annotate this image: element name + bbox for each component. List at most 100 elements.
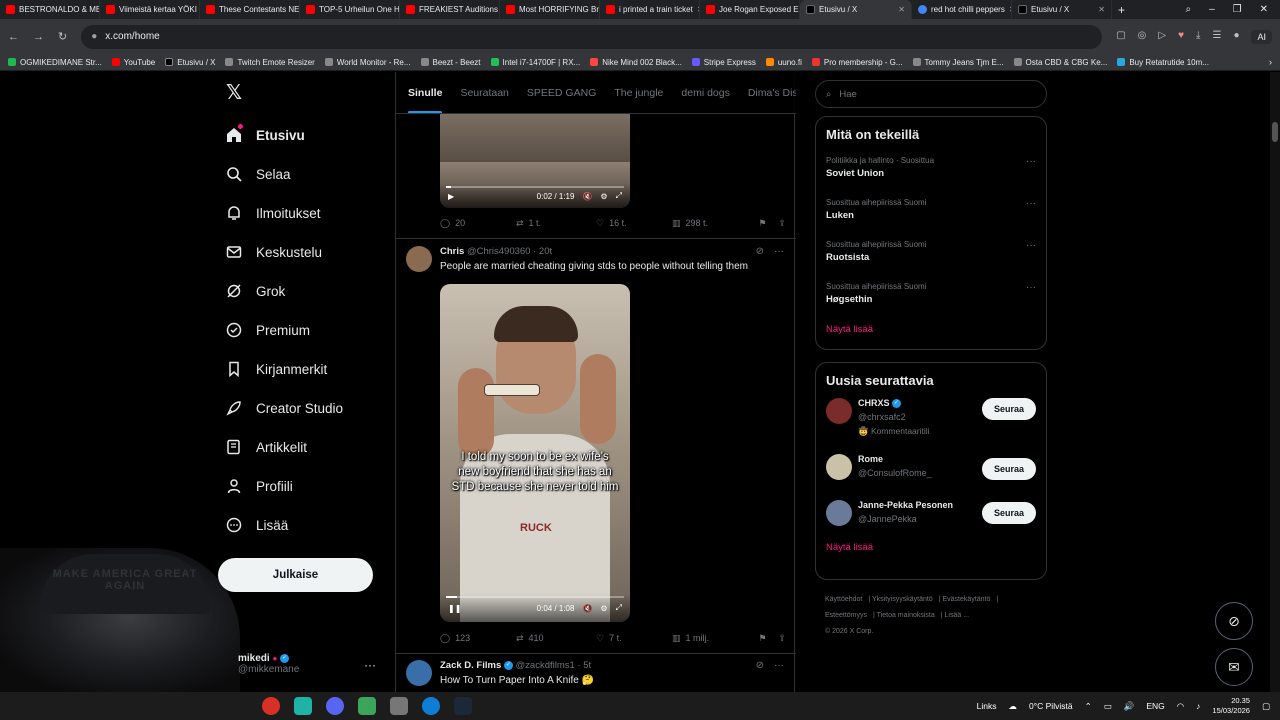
nav-item-messages[interactable]: Keskustelu [226, 241, 322, 263]
fullscreen-icon[interactable]: ⤢ [616, 603, 622, 613]
follow-suggestion[interactable]: CHRXS ✓ @chrxsafc2 🤠 Kommentaaritili Seu… [816, 396, 1046, 452]
notifications-icon[interactable]: ▢ [1262, 701, 1270, 712]
bookmark-item[interactable]: Nike Mind 002 Black... [590, 58, 682, 67]
nav-item-grok[interactable]: Grok [226, 280, 285, 302]
more-icon[interactable]: ··· [774, 660, 784, 671]
browser-tab-active[interactable]: Etusivu / X ✕ [800, 0, 912, 19]
menu-icon[interactable]: ☰ [1212, 30, 1221, 44]
reply-button[interactable]: ◯ 20 [440, 218, 516, 229]
like-button[interactable]: ♡ 7 t. [596, 633, 672, 644]
search-input[interactable]: ⌕ Hae [815, 80, 1047, 108]
trend-item[interactable]: Politiikka ja hallinto · Suosittua Sovie… [816, 148, 1046, 190]
fullscreen-icon[interactable]: ⤢ [616, 191, 622, 201]
browser-tab[interactable]: Viimeistä kertaa YÖKI✕ [100, 0, 200, 19]
grok-fab[interactable]: ⊘ [1215, 602, 1253, 640]
weather-text[interactable]: 0°C Pilvistä [1029, 701, 1073, 711]
post-button[interactable]: Julkaise [218, 558, 373, 592]
tweet-author[interactable]: Zack D. Films [440, 660, 501, 671]
footer-link[interactable]: Esteettömyys [825, 612, 867, 619]
avatar[interactable] [406, 660, 432, 686]
nav-item-explore[interactable]: Selaa [226, 163, 291, 185]
grok-icon[interactable]: ⊘ [756, 660, 764, 671]
views-button[interactable]: ▥ 1 milj. [672, 633, 754, 644]
speaker-icon[interactable]: ♪ [1196, 701, 1200, 711]
browser-tab[interactable]: BESTRONALDO & ME✕ [0, 0, 100, 19]
browser-tab[interactable]: TOP-5 Urheilun One H✕ [300, 0, 400, 19]
app-icon[interactable] [294, 697, 312, 715]
nav-item-creator-studio[interactable]: Creator Studio [226, 397, 343, 419]
extension-icon[interactable]: ▷ [1158, 30, 1166, 44]
more-icon[interactable]: ··· [774, 246, 784, 257]
tweet-age[interactable]: 5t [583, 660, 591, 671]
download-icon[interactable]: ⤓ [1196, 30, 1200, 44]
bookmark-item[interactable]: Etusivu / X [165, 58, 215, 67]
tab-list[interactable]: demi dogs [681, 87, 729, 99]
like-button[interactable]: ♡ 16 t. [596, 218, 672, 229]
language-indicator[interactable]: ENG [1146, 701, 1164, 711]
browser-tab[interactable]: Etusivu / X ✕ [1012, 0, 1112, 19]
avatar[interactable] [826, 398, 852, 424]
bookmark-item[interactable]: Tommy Jeans Tjm E... [912, 58, 1004, 67]
network-icon[interactable]: ▭ [1104, 701, 1112, 712]
share-icon[interactable]: ⇪ [778, 633, 786, 644]
trend-item[interactable]: Suosittua aihepiirissä Suomi Luken ··· [816, 190, 1046, 232]
bookmark-icon[interactable]: ⚑ [758, 633, 766, 644]
ai-button[interactable]: AI [1251, 29, 1272, 44]
tweet[interactable]: Zack D. Films ✓ @zackdfilms1 · 5t How To… [406, 660, 786, 686]
video-player[interactable]: RUCK I told my soon to be ex wife's new … [440, 284, 630, 622]
more-icon[interactable]: ··· [1026, 282, 1036, 293]
tweet[interactable]: Chris @Chris490360 · 20t People are marr… [406, 246, 786, 272]
footer-link[interactable]: Käyttöehdot [825, 596, 862, 603]
follow-button[interactable]: Seuraa [982, 398, 1036, 420]
wifi-icon[interactable]: ◠ [1177, 701, 1184, 712]
mute-icon[interactable]: 🔇 [582, 604, 592, 613]
bookmark-item[interactable]: OGMIKEDIMANE Str... [8, 58, 102, 67]
avatar[interactable] [826, 454, 852, 480]
nav-item-profile[interactable]: Profiili [226, 475, 293, 497]
minimize-icon[interactable]: – [1209, 4, 1215, 15]
tab-for-you[interactable]: Sinulle [408, 87, 443, 113]
back-icon[interactable]: ← [8, 31, 19, 43]
repost-button[interactable]: ⇄ 1 t. [516, 218, 596, 229]
footer-link[interactable]: Lisää ... [945, 612, 970, 619]
video-progress[interactable] [446, 186, 624, 188]
close-window-icon[interactable]: ✕ [1260, 4, 1268, 15]
bookmark-item[interactable]: Buy Retatrutide 10m... [1117, 58, 1209, 67]
trend-item[interactable]: Suosittua aihepiirissä Suomi Ruotsista ·… [816, 232, 1046, 274]
bookmark-item[interactable]: Twitch Emote Resizer [225, 58, 315, 67]
tweet-handle[interactable]: @Chris490360 [467, 246, 531, 257]
opera-icon[interactable] [262, 697, 280, 715]
follow-button[interactable]: Seuraa [982, 502, 1036, 524]
search-tabs-icon[interactable]: ⌕ [1185, 4, 1191, 15]
nav-item-bookmarks[interactable]: Kirjanmerkit [226, 358, 327, 380]
nav-item-notifications[interactable]: Ilmoitukset [226, 202, 321, 224]
avatar[interactable] [406, 246, 432, 272]
browser-tab[interactable]: i printed a train ticket✕ [600, 0, 700, 19]
repost-button[interactable]: ⇄ 410 [516, 633, 596, 644]
profile-icon[interactable]: ● [1233, 30, 1239, 44]
tweet-age[interactable]: 20t [539, 246, 552, 257]
reply-button[interactable]: ◯ 123 [440, 633, 516, 644]
tweet-handle[interactable]: @zackdfilms1 [516, 660, 575, 671]
x-logo-icon[interactable]: 𝕏 [226, 83, 244, 103]
reload-icon[interactable]: ↻ [58, 30, 67, 43]
tab-list[interactable]: SPEED GANG [527, 87, 596, 99]
browser-tab[interactable]: red hot chilli peppers✕ [912, 0, 1012, 19]
app-icon[interactable] [358, 697, 376, 715]
links-toolbar[interactable]: Links [977, 701, 997, 711]
bookmark-item[interactable]: Osta CBD & CBG Ke... [1013, 58, 1107, 67]
views-button[interactable]: ▥ 298 t. [672, 218, 754, 229]
more-icon[interactable]: ··· [1026, 240, 1036, 251]
avatar[interactable] [826, 500, 852, 526]
tab-list[interactable]: The jungle [614, 87, 663, 99]
browser-tab[interactable]: Joe Rogan Exposed Eli✕ [700, 0, 800, 19]
chevron-up-icon[interactable]: ⌃ [1085, 701, 1092, 712]
more-icon[interactable]: ··· [1026, 156, 1036, 167]
heart-icon[interactable]: ♥ [1178, 30, 1184, 44]
browser-tab[interactable]: Most HORRIFYING Bri✕ [500, 0, 600, 19]
bookmarks-overflow-icon[interactable]: › [1269, 57, 1272, 67]
bookmark-item[interactable]: Pro membership - G... [811, 58, 903, 67]
messages-fab[interactable]: ✉ [1215, 648, 1253, 686]
more-icon[interactable]: ··· [364, 658, 376, 672]
close-icon[interactable]: ✕ [1098, 5, 1105, 14]
